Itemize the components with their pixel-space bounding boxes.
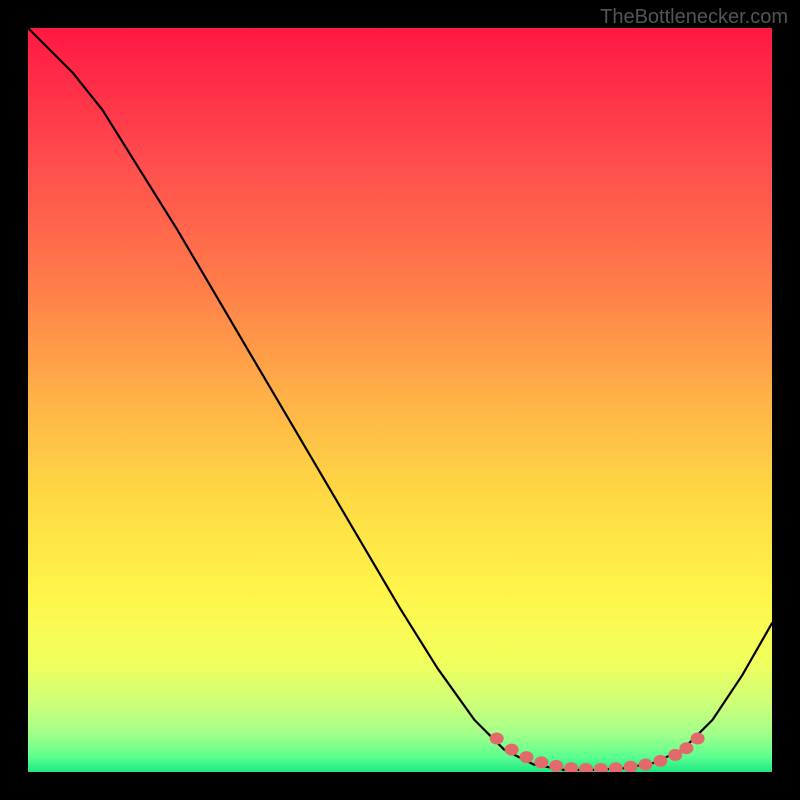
marker-dot [594,763,608,772]
chart-container [28,28,772,772]
marker-dot [564,762,578,772]
marker-dot [505,744,519,756]
marker-dot [549,760,563,772]
marker-dot [653,755,667,767]
marker-dot [639,759,653,771]
marker-dot [691,733,705,745]
marker-dot [609,762,623,772]
watermark-text: TheBottlenecker.com [600,6,788,29]
marker-dot [490,733,504,745]
bottleneck-curve [28,28,772,770]
marker-dot [624,761,638,772]
marker-dots-group [490,733,705,772]
marker-dot [519,751,533,763]
marker-dot [579,763,593,772]
marker-dot [534,756,548,768]
chart-curve-layer [28,28,772,772]
marker-dot [679,742,693,754]
